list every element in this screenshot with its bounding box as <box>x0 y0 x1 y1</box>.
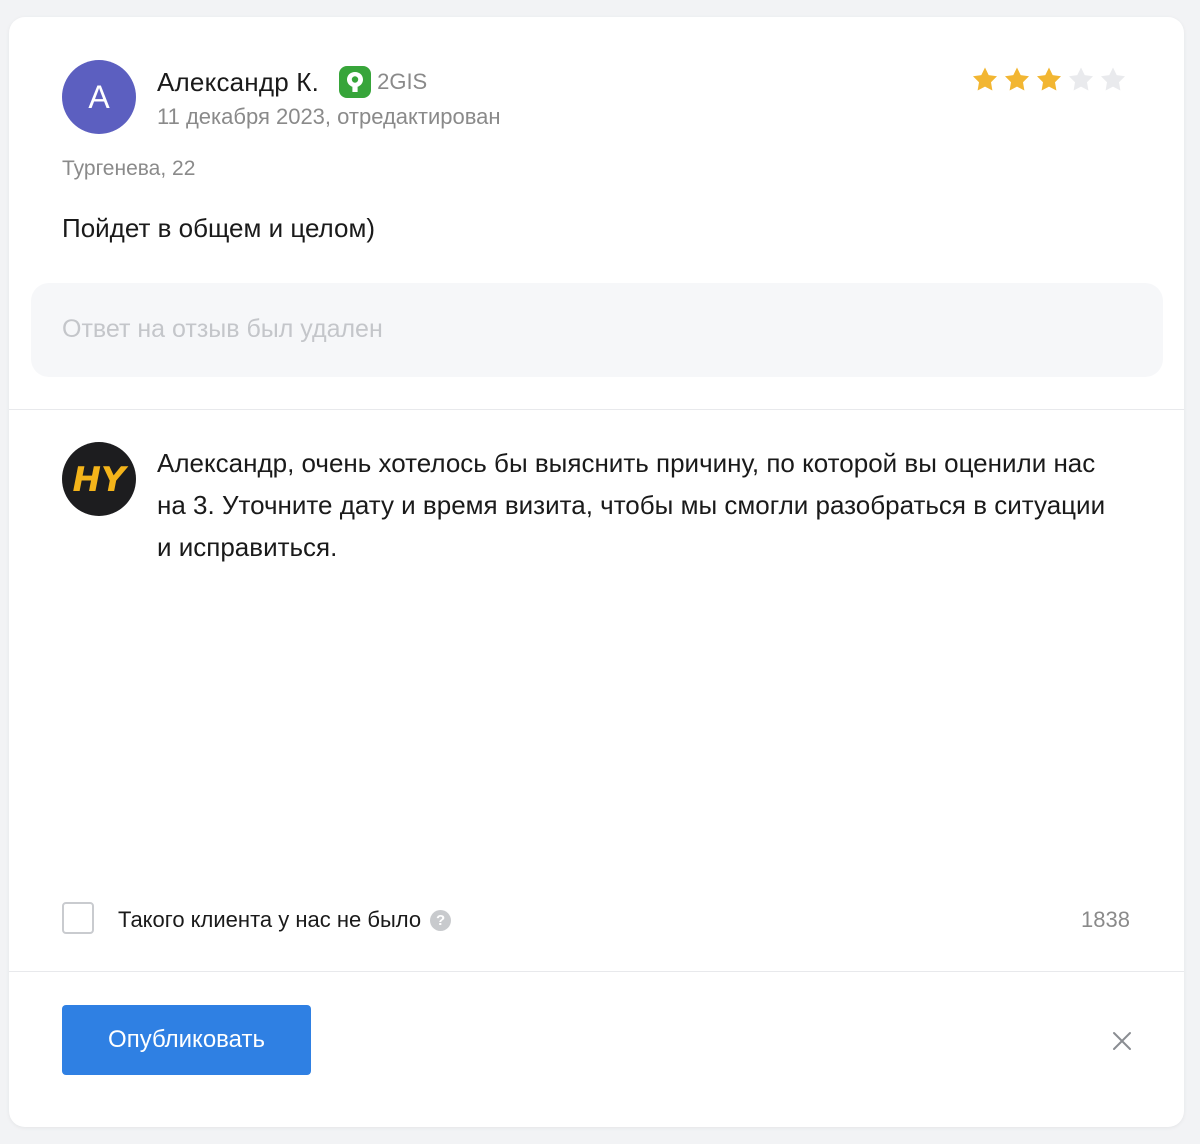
close-icon[interactable] <box>1108 1027 1136 1055</box>
question-icon[interactable]: ? <box>430 909 452 931</box>
divider <box>9 971 1184 972</box>
business-logo-icon: HY <box>72 460 128 500</box>
deleted-reply-text: Ответ на отзыв был удален <box>62 315 383 343</box>
review-header: A Александр К. 2GIS 11 декабря 2023, отр… <box>62 60 501 134</box>
author-line: Александр К. 2GIS <box>157 66 501 98</box>
source-badge: 2GIS <box>339 66 427 98</box>
review-address: Тургенева, 22 <box>62 157 196 180</box>
no-client-checkbox[interactable] <box>62 902 94 934</box>
avatar-letter: A <box>88 78 110 115</box>
star-filled-icon <box>973 67 997 91</box>
2gis-logo-glyph <box>347 72 364 92</box>
business-logo-text: HY <box>72 460 128 500</box>
review-text: Пойдет в общем и целом) <box>62 213 376 243</box>
source-label: 2GIS <box>377 69 428 94</box>
2gis-logo-icon <box>339 66 372 98</box>
reply-textarea[interactable]: Александр, очень хотелось бы выяснить пр… <box>157 442 1117 862</box>
author-block: Александр К. 2GIS 11 декабря 2023, отред… <box>157 66 501 130</box>
author-name: Александр К. <box>157 66 320 97</box>
star-empty-icon <box>1101 67 1125 91</box>
star-filled-icon <box>1005 67 1029 91</box>
no-client-label[interactable]: Такого клиента у нас не было <box>118 907 421 933</box>
divider <box>9 409 1184 410</box>
review-date: 11 декабря 2023, отредактирован <box>157 104 501 129</box>
publish-button[interactable]: Опубликовать <box>62 1005 311 1075</box>
star-empty-icon <box>1069 67 1093 91</box>
close-glyph <box>1113 1032 1131 1050</box>
review-card: A Александр К. 2GIS 11 декабря 2023, отр… <box>9 17 1184 1127</box>
char-counter: 1838 <box>1081 907 1130 932</box>
no-client-label-group: Такого клиента у нас не было ? <box>118 907 452 933</box>
rating-stars <box>970 65 1128 95</box>
business-avatar: HY <box>62 442 136 516</box>
deleted-reply-box: Ответ на отзыв был удален <box>31 283 1163 377</box>
star-filled-icon <box>1037 67 1061 91</box>
author-avatar: A <box>62 60 136 134</box>
